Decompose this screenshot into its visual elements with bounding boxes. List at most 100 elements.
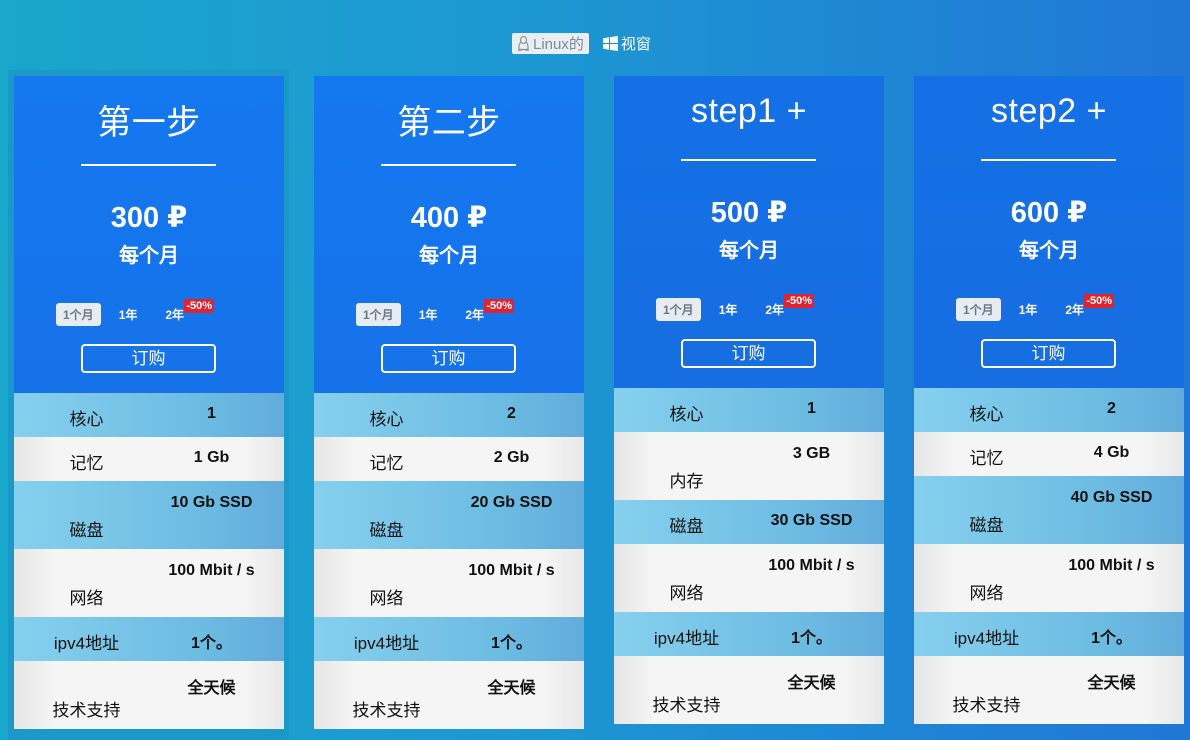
plan-header: step2 + 600 ₽ 每个月 1个月 1年 2年 -50% 订购 bbox=[914, 76, 1184, 388]
period-selector: 1个月 1年 2年 -50% bbox=[56, 299, 215, 326]
spec-label: 内存 bbox=[669, 472, 704, 491]
period-1-year[interactable]: 1年 bbox=[419, 306, 438, 323]
spec-value: 1个。 bbox=[1091, 630, 1132, 647]
period-2-years[interactable]: 2年 -50% bbox=[1065, 294, 1115, 318]
spec-value: 1个。 bbox=[491, 635, 532, 652]
os-tab-windows[interactable]: 视窗 bbox=[602, 33, 651, 54]
period-1-month[interactable]: 1个月 bbox=[656, 298, 701, 321]
plan-per-month: 每个月 bbox=[419, 245, 479, 267]
order-button[interactable]: 订购 bbox=[381, 344, 516, 373]
spec-row-memory: 记忆 1 Gb bbox=[14, 437, 284, 481]
plan-per-month: 每个月 bbox=[719, 240, 779, 262]
spec-label: 网络 bbox=[669, 584, 704, 603]
period-1-year[interactable]: 1年 bbox=[1019, 301, 1038, 318]
spec-value: 4 Gb bbox=[1093, 444, 1130, 461]
plan-price: 600 ₽ bbox=[1010, 197, 1088, 229]
period-2-years[interactable]: 2年 -50% bbox=[165, 299, 215, 323]
spec-value: 100 Mbit / s bbox=[468, 562, 555, 579]
discount-badge: -50% bbox=[484, 299, 515, 313]
spec-row-support: 技术支持 全天候 bbox=[614, 656, 884, 724]
period-2-years[interactable]: 2年 -50% bbox=[465, 299, 515, 323]
spec-row-support: 技术支持 全天候 bbox=[914, 656, 1184, 724]
spec-row-memory: 记忆 4 Gb bbox=[914, 432, 1184, 476]
plan-price: 300 ₽ bbox=[110, 202, 188, 234]
spec-label: 技术支持 bbox=[52, 701, 121, 720]
spec-row-network: 网络 100 Mbit / s bbox=[314, 549, 584, 617]
period-selector: 1个月 1年 2年 -50% bbox=[356, 299, 515, 326]
os-switch: Linux的 视窗 bbox=[512, 33, 651, 54]
period-selector: 1个月 1年 2年 -50% bbox=[656, 294, 815, 321]
spec-value: 100 Mbit / s bbox=[168, 562, 255, 579]
plan-card[interactable]: 第二步 400 ₽ 每个月 1个月 1年 2年 -50% 订购 核心 2 记忆 2 G… bbox=[314, 76, 584, 729]
spec-value: 1个。 bbox=[191, 635, 232, 652]
spec-label: 技术支持 bbox=[352, 701, 421, 720]
plan-divider bbox=[981, 159, 1116, 161]
period-1-month[interactable]: 1个月 bbox=[56, 303, 101, 326]
period-2-years-label: 2年 bbox=[465, 308, 485, 322]
spec-value: 2 Gb bbox=[493, 449, 530, 466]
spec-row-cores: 核心 2 bbox=[314, 393, 584, 437]
plan-header: 第一步 300 ₽ 每个月 1个月 1年 2年 -50% 订购 bbox=[14, 76, 284, 393]
spec-value: 40 Gb SSD bbox=[1070, 489, 1153, 506]
spec-row-cores: 核心 1 bbox=[614, 388, 884, 432]
plan-title: step1 + bbox=[691, 92, 807, 130]
period-1-year[interactable]: 1年 bbox=[719, 301, 738, 318]
spec-row-network: 网络 100 Mbit / s bbox=[14, 549, 284, 617]
plan-card[interactable]: 第一步 300 ₽ 每个月 1个月 1年 2年 -50% 订购 核心 1 记忆 1 G… bbox=[14, 76, 284, 729]
discount-badge: -50% bbox=[184, 299, 215, 313]
plan-price: 400 ₽ bbox=[410, 202, 488, 234]
period-2-years-label: 2年 bbox=[1065, 303, 1085, 317]
spec-label: 磁盘 bbox=[69, 521, 104, 540]
spec-row-disk: 磁盘 40 Gb SSD bbox=[914, 476, 1184, 544]
order-button[interactable]: 订购 bbox=[981, 339, 1116, 368]
spec-row-memory: 内存 3 GB bbox=[614, 432, 884, 500]
plan-card[interactable]: step2 + 600 ₽ 每个月 1个月 1年 2年 -50% 订购 核心 2 记… bbox=[914, 76, 1184, 724]
spec-value: 100 Mbit / s bbox=[768, 557, 855, 574]
plan-header: 第二步 400 ₽ 每个月 1个月 1年 2年 -50% 订购 bbox=[314, 76, 584, 393]
spec-value: 1 bbox=[807, 400, 816, 417]
plan-divider bbox=[381, 164, 516, 166]
spec-value: 1个。 bbox=[791, 630, 832, 647]
plan-title: step2 + bbox=[991, 92, 1107, 130]
spec-row-support: 技术支持 全天候 bbox=[14, 661, 284, 729]
spec-label: 网络 bbox=[69, 589, 104, 608]
plan-header: step1 + 500 ₽ 每个月 1个月 1年 2年 -50% 订购 bbox=[614, 76, 884, 388]
spec-value: 20 Gb SSD bbox=[470, 494, 553, 511]
spec-row-cores: 核心 1 bbox=[14, 393, 284, 437]
period-2-years[interactable]: 2年 -50% bbox=[765, 294, 815, 318]
spec-value: 全天候 bbox=[487, 680, 536, 697]
spec-label: 磁盘 bbox=[369, 521, 404, 540]
spec-value: 全天候 bbox=[787, 675, 836, 692]
spec-row-ipv4: ipv4地址 1个。 bbox=[614, 612, 884, 656]
spec-value: 全天候 bbox=[1087, 675, 1136, 692]
plan-title: 第二步 bbox=[397, 104, 501, 142]
spec-label: 技术支持 bbox=[952, 696, 1021, 715]
spec-row-memory: 记忆 2 Gb bbox=[314, 437, 584, 481]
spec-value: 100 Mbit / s bbox=[1068, 557, 1155, 574]
spec-value: 1 bbox=[207, 405, 216, 422]
spec-row-support: 技术支持 全天候 bbox=[314, 661, 584, 729]
os-tab-linux-label: Linux的 bbox=[533, 36, 584, 53]
spec-value: 30 Gb SSD bbox=[770, 512, 853, 529]
spec-row-disk: 磁盘 10 Gb SSD bbox=[14, 481, 284, 549]
order-button[interactable]: 订购 bbox=[81, 344, 216, 373]
period-2-years-label: 2年 bbox=[165, 308, 185, 322]
plan-card[interactable]: step1 + 500 ₽ 每个月 1个月 1年 2年 -50% 订购 核心 1 内… bbox=[614, 76, 884, 724]
period-1-month[interactable]: 1个月 bbox=[356, 303, 401, 326]
spec-row-ipv4: ipv4地址 1个。 bbox=[314, 617, 584, 661]
linux-penguin-icon bbox=[517, 36, 530, 51]
order-button[interactable]: 订购 bbox=[681, 339, 816, 368]
spec-value: 3 GB bbox=[792, 445, 831, 462]
period-1-month[interactable]: 1个月 bbox=[956, 298, 1001, 321]
plan-per-month: 每个月 bbox=[1019, 240, 1079, 262]
spec-row-cores: 核心 2 bbox=[914, 388, 1184, 432]
spec-row-ipv4: ipv4地址 1个。 bbox=[914, 612, 1184, 656]
period-1-year[interactable]: 1年 bbox=[119, 306, 138, 323]
discount-badge: -50% bbox=[1084, 294, 1115, 308]
spec-label: 网络 bbox=[369, 589, 404, 608]
os-tab-linux[interactable]: Linux的 bbox=[512, 33, 589, 54]
os-tab-windows-label: 视窗 bbox=[620, 36, 651, 53]
plan-divider bbox=[81, 164, 216, 166]
plan-price: 500 ₽ bbox=[710, 197, 788, 229]
period-2-years-label: 2年 bbox=[765, 303, 785, 317]
